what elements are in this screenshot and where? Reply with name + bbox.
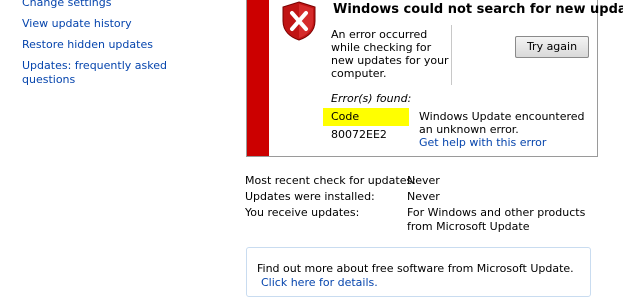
error-title: Windows could not search for new updates [333, 2, 623, 17]
status-label: Updates were installed: [245, 190, 375, 203]
try-again-button[interactable]: Try again [515, 36, 589, 58]
view-update-history-link[interactable]: View update history [22, 17, 132, 31]
status-label: You receive updates: [245, 206, 360, 219]
promo-box: Find out more about free software from M… [246, 247, 591, 297]
change-settings-link[interactable]: Change settings [22, 0, 111, 10]
error-strip [247, 0, 269, 156]
error-message: Windows Update encountered an unknown er… [419, 110, 585, 136]
status-value: Never [407, 190, 440, 203]
error-code: Code 80072EE2 [323, 108, 409, 141]
faq-link[interactable]: Updates: frequently asked [22, 59, 167, 73]
errors-found-label: Error(s) found: [331, 92, 412, 105]
error-panel: Windows could not search for new updates… [246, 0, 623, 157]
update-status: Most recent check for updates: Never Upd… [245, 174, 605, 233]
status-value: For Windows and other products from Micr… [407, 206, 586, 233]
status-label: Most recent check for updates: [245, 174, 416, 187]
status-row: Updates were installed: Never [245, 190, 605, 206]
divider [451, 25, 452, 85]
sidebar: Change settings View update history Rest… [0, 0, 240, 280]
status-value: Never [407, 174, 440, 187]
status-row: You receive updates: For Windows and oth… [245, 206, 605, 233]
shield-x-icon [282, 1, 316, 41]
faq-link-continued[interactable]: questions [22, 73, 75, 87]
restore-hidden-updates-link[interactable]: Restore hidden updates [22, 38, 153, 52]
error-description: An error occurred while checking for new… [331, 28, 449, 80]
promo-text: Find out more about free software from M… [257, 262, 574, 275]
status-row: Most recent check for updates: Never [245, 174, 605, 190]
get-help-link[interactable]: Get help with this error [419, 136, 546, 149]
promo-details-link[interactable]: Click here for details. [261, 276, 378, 289]
